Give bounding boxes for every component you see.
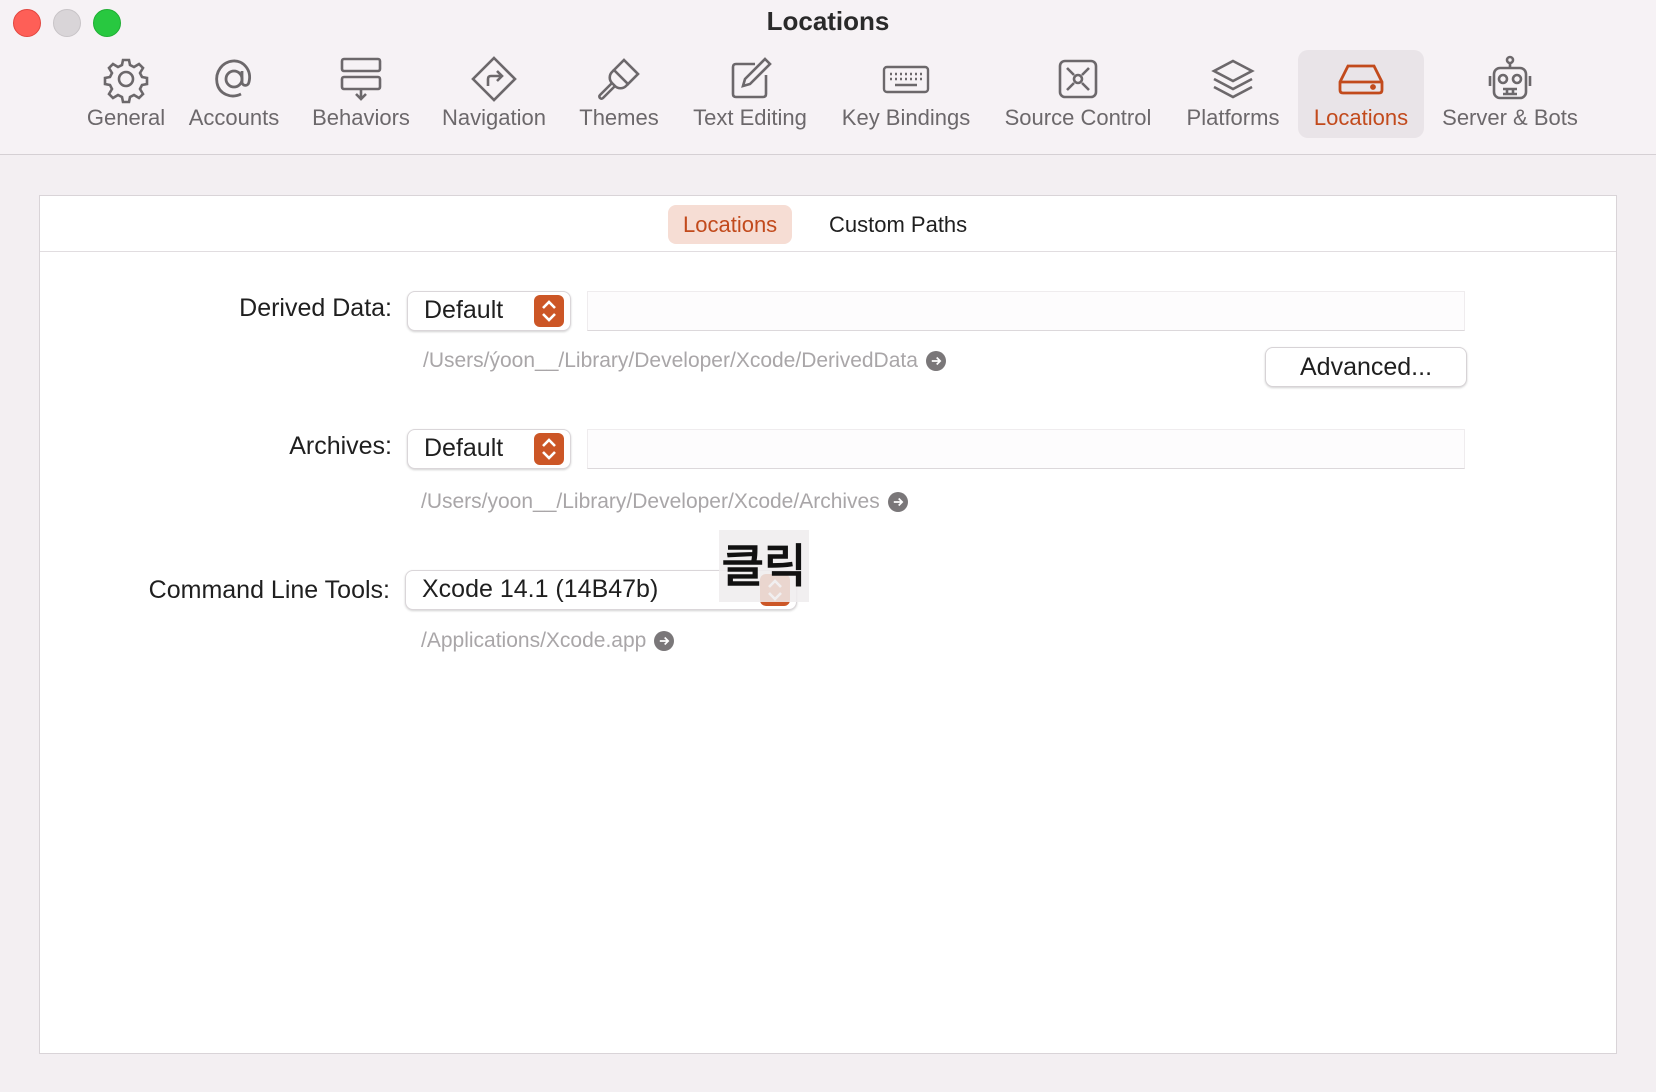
- keyboard-icon: [881, 54, 931, 104]
- derived-data-label: Derived Data:: [239, 294, 392, 322]
- tab-general[interactable]: General: [72, 50, 180, 138]
- archives-path: /Users/yoon__/Library/Developer/Xcode/Ar…: [421, 490, 908, 514]
- tab-key-bindings[interactable]: Key Bindings: [836, 50, 976, 138]
- tab-navigation[interactable]: Navigation: [436, 50, 552, 138]
- chevron-up-down-icon: [534, 433, 564, 465]
- drive-icon: [1336, 54, 1386, 104]
- gear-icon: [101, 54, 151, 104]
- reveal-in-finder-icon[interactable]: [925, 351, 946, 371]
- behaviors-icon: [336, 54, 386, 104]
- derived-data-popup[interactable]: Default: [407, 291, 571, 331]
- chevron-up-down-icon: [534, 295, 564, 327]
- tab-platforms[interactable]: Platforms: [1180, 50, 1286, 138]
- tab-source-control[interactable]: Source Control: [998, 50, 1158, 138]
- segment-custom-paths[interactable]: Custom Paths: [814, 205, 982, 244]
- advanced-button[interactable]: Advanced...: [1265, 347, 1467, 387]
- tab-text-editing[interactable]: Text Editing: [686, 50, 814, 138]
- pencil-square-icon: [725, 54, 775, 104]
- reveal-in-finder-icon[interactable]: [654, 631, 675, 651]
- tab-themes[interactable]: Themes: [572, 50, 666, 138]
- window-title: Locations: [766, 6, 890, 36]
- segmented-control: Locations Custom Paths: [40, 196, 1616, 252]
- title-bar: Locations General Accounts Behaviors Nav…: [0, 0, 1656, 155]
- tab-behaviors[interactable]: Behaviors: [304, 50, 418, 138]
- robot-icon: [1485, 54, 1535, 104]
- derived-data-path-field[interactable]: [587, 291, 1465, 331]
- derived-data-path: /Users/ýoon__/Library/Developer/Xcode/D…: [423, 349, 946, 373]
- reveal-in-finder-icon[interactable]: [887, 492, 908, 512]
- click-annotation: 클릭: [719, 530, 809, 602]
- archives-label: Archives:: [289, 432, 392, 460]
- layers-icon: [1208, 54, 1258, 104]
- at-sign-icon: [209, 54, 259, 104]
- tab-accounts[interactable]: Accounts: [184, 50, 284, 138]
- segment-locations[interactable]: Locations: [668, 205, 793, 244]
- tab-server-bots[interactable]: Server & Bots: [1436, 50, 1584, 138]
- navigation-arrow-icon: [469, 54, 519, 104]
- source-control-icon: [1053, 54, 1103, 104]
- tab-locations[interactable]: Locations: [1298, 50, 1424, 138]
- paintbrush-icon: [594, 54, 644, 104]
- command-line-tools-label: Command Line Tools:: [148, 576, 390, 604]
- archives-popup[interactable]: Default: [407, 429, 571, 469]
- command-line-tools-path: /Applications/Xcode.app: [421, 629, 675, 653]
- archives-path-field[interactable]: [587, 429, 1465, 469]
